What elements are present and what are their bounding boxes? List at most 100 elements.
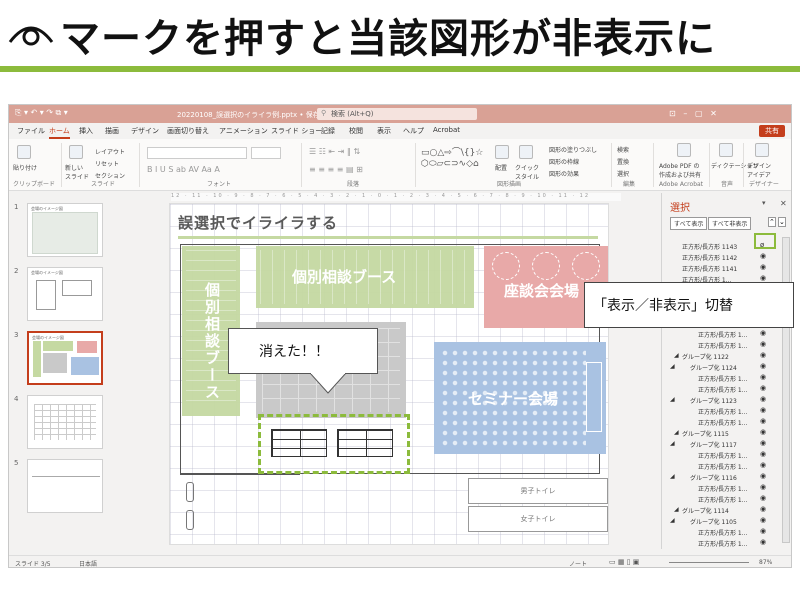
tab-animations[interactable]: アニメーション bbox=[219, 126, 268, 136]
expand-triangle-icon[interactable]: ◢ bbox=[674, 429, 679, 436]
eye-icon[interactable]: ◉ bbox=[760, 428, 766, 436]
hide-all-button[interactable]: すべて非表示 bbox=[708, 217, 752, 230]
selection-row[interactable]: ◢ グループ化 1123 ◉ bbox=[662, 395, 782, 406]
arrange-button[interactable]: 配置 bbox=[495, 163, 507, 172]
selection-row[interactable]: 正方形/長方形 1141 ◉ bbox=[662, 263, 782, 274]
expand-triangle-icon[interactable]: ◢ bbox=[670, 473, 675, 480]
tab-insert[interactable]: 挿入 bbox=[79, 126, 93, 136]
selection-row[interactable]: 正方形/長方形 1... ◉ bbox=[662, 384, 782, 395]
designer-icon[interactable] bbox=[755, 143, 769, 157]
eye-icon[interactable]: ◉ bbox=[760, 263, 766, 271]
eye-icon[interactable]: ◉ bbox=[760, 351, 766, 359]
slide-title[interactable]: 誤選択でイライラする bbox=[178, 212, 338, 233]
arrange-icon[interactable] bbox=[495, 145, 509, 159]
selection-row[interactable]: 正方形/長方形 1... ◉ bbox=[662, 340, 782, 351]
paste-button[interactable]: 貼り付け bbox=[13, 163, 37, 172]
new-slide-button[interactable]: 新しい スライド bbox=[65, 163, 89, 181]
selection-row[interactable]: ◢ グループ化 1122 ◉ bbox=[662, 351, 782, 362]
selection-row[interactable]: 正方形/長方形 1... ◉ bbox=[662, 329, 782, 340]
selection-row[interactable]: 正方形/長方形 1... ◉ bbox=[662, 494, 782, 505]
font-size-select[interactable] bbox=[251, 147, 281, 159]
zoom-level[interactable]: 87% bbox=[759, 559, 772, 566]
slide-thumbnail-4[interactable] bbox=[27, 395, 103, 449]
eye-icon[interactable]: ◉ bbox=[760, 450, 766, 458]
eye-icon[interactable]: ◉ bbox=[760, 395, 766, 403]
mens-toilet[interactable]: 男子トイレ bbox=[468, 478, 608, 504]
eye-icon[interactable]: ◉ bbox=[760, 527, 766, 535]
eye-icon[interactable]: ◉ bbox=[760, 439, 766, 447]
consultation-booth-top[interactable]: 個別相談ブース bbox=[256, 246, 474, 308]
share-button[interactable]: 共有 bbox=[759, 125, 785, 137]
eye-icon[interactable]: ◉ bbox=[760, 505, 766, 513]
selection-row[interactable]: 正方形/長方形 1... ◉ bbox=[662, 417, 782, 428]
eye-icon[interactable]: ◉ bbox=[760, 274, 766, 282]
new-slide-icon[interactable] bbox=[69, 145, 83, 159]
tab-slideshow[interactable]: スライド ショー bbox=[271, 126, 322, 136]
selection-row[interactable]: ◢ グループ化 1124 ◉ bbox=[662, 362, 782, 373]
slide-thumbnail-3[interactable]: 会場のイメージ図 bbox=[27, 331, 103, 385]
shapes-gallery[interactable]: ▭○△⇨⌒\{}☆ bbox=[421, 145, 483, 158]
select-button[interactable]: 選択 bbox=[617, 169, 629, 178]
show-all-button[interactable]: すべて表示 bbox=[670, 217, 708, 230]
eye-icon[interactable]: ◉ bbox=[760, 538, 766, 546]
paragraph-icons[interactable]: ☰ ☷ ⇤ ⇥ ‖ ⇅ bbox=[309, 147, 360, 156]
tab-design[interactable]: デザイン bbox=[131, 126, 159, 136]
shape-fill-button[interactable]: 図形の塗りつぶし bbox=[549, 145, 597, 154]
adobe-pdf-icon[interactable] bbox=[677, 143, 691, 157]
shape-effects-button[interactable]: 図形の効果 bbox=[549, 169, 579, 178]
align-icons[interactable]: ≡ ≡ ≡ ≡ ▤ ⊞ bbox=[309, 165, 363, 174]
language-status[interactable]: 日本語 bbox=[79, 559, 97, 567]
expand-triangle-icon[interactable]: ◢ bbox=[674, 352, 679, 359]
expand-triangle-icon[interactable]: ◢ bbox=[674, 506, 679, 513]
expand-triangle-icon[interactable]: ◢ bbox=[670, 396, 675, 403]
send-backward-button[interactable]: ⌄ bbox=[778, 217, 786, 227]
bring-forward-button[interactable]: ⌃ bbox=[768, 217, 776, 227]
selection-row[interactable]: 正方形/長方形 1... ◉ bbox=[662, 461, 782, 472]
autosave-icon[interactable]: ⎘ ▾ ↶ ▾ ↷ ⧉ ▾ bbox=[15, 108, 68, 118]
eye-icon[interactable]: ◉ bbox=[760, 384, 766, 392]
selection-row[interactable]: 正方形/長方形 1... ◉ bbox=[662, 450, 782, 461]
layout-button[interactable]: レイアウト bbox=[95, 147, 125, 156]
quick-styles-icon[interactable] bbox=[519, 145, 533, 159]
eye-icon[interactable]: ◉ bbox=[760, 252, 766, 260]
adobe-pdf-button[interactable]: Adobe PDF の 作成および共有 bbox=[659, 161, 701, 179]
shape-outline-button[interactable]: 図形の枠線 bbox=[549, 157, 579, 166]
search-input[interactable]: 検索 (Alt+Q) bbox=[317, 108, 477, 120]
selection-row[interactable]: ◢ グループ化 1115 ◉ bbox=[662, 428, 782, 439]
selection-row[interactable]: ◢ グループ化 1114 ◉ bbox=[662, 505, 782, 516]
selection-row[interactable]: 正方形/長方形 1... ◉ bbox=[662, 406, 782, 417]
eye-icon[interactable]: ◉ bbox=[760, 329, 766, 337]
tab-file[interactable]: ファイル bbox=[17, 126, 45, 136]
selection-row[interactable]: ◢ グループ化 1116 ◉ bbox=[662, 472, 782, 483]
slide-thumbnail-5[interactable] bbox=[27, 459, 103, 513]
eye-icon[interactable]: ◉ bbox=[760, 362, 766, 370]
tab-review[interactable]: 校閲 bbox=[349, 126, 363, 136]
slide-canvas[interactable]: 誤選択でイライラする 個別相談ブース 個別相談ブース 座談会会場 セミナー会場 … bbox=[169, 203, 609, 545]
eye-icon[interactable]: ◉ bbox=[760, 340, 766, 348]
tab-view[interactable]: 表示 bbox=[377, 126, 391, 136]
font-name-select[interactable] bbox=[147, 147, 247, 159]
selection-row[interactable]: 正方形/長方形 1142 ◉ bbox=[662, 252, 782, 263]
eye-icon[interactable]: ◉ bbox=[760, 516, 766, 524]
tab-record[interactable]: 記録 bbox=[321, 126, 335, 136]
window-controls[interactable]: ⊡ – ▢ ✕ bbox=[669, 109, 717, 118]
find-button[interactable]: 検索 bbox=[617, 145, 629, 154]
pane-menu-icon[interactable]: ▾ bbox=[762, 199, 766, 207]
eye-icon[interactable]: ◉ bbox=[760, 417, 766, 425]
tab-home[interactable]: ホーム bbox=[49, 126, 70, 139]
eye-icon[interactable]: ◉ bbox=[760, 406, 766, 414]
selection-row[interactable]: ◢ グループ化 1117 ◉ bbox=[662, 439, 782, 450]
seminar-zone[interactable]: セミナー会場 bbox=[434, 342, 606, 454]
close-icon[interactable]: ✕ bbox=[780, 199, 787, 208]
notes-button[interactable]: ノート bbox=[569, 559, 587, 567]
eye-icon[interactable]: ◉ bbox=[760, 373, 766, 381]
designer-button[interactable]: デザイン アイデア bbox=[747, 161, 771, 179]
tab-draw[interactable]: 描画 bbox=[105, 126, 119, 136]
view-buttons[interactable]: ▭ ▦ ▯ ▣ bbox=[609, 558, 639, 566]
tab-transitions[interactable]: 画面切り替え bbox=[167, 126, 209, 136]
microphone-icon[interactable] bbox=[719, 143, 733, 157]
womens-toilet[interactable]: 女子トイレ bbox=[468, 506, 608, 532]
selection-row[interactable]: 正方形/長方形 1... ◉ bbox=[662, 373, 782, 384]
expand-triangle-icon[interactable]: ◢ bbox=[670, 517, 675, 524]
tab-help[interactable]: ヘルプ bbox=[403, 126, 424, 136]
